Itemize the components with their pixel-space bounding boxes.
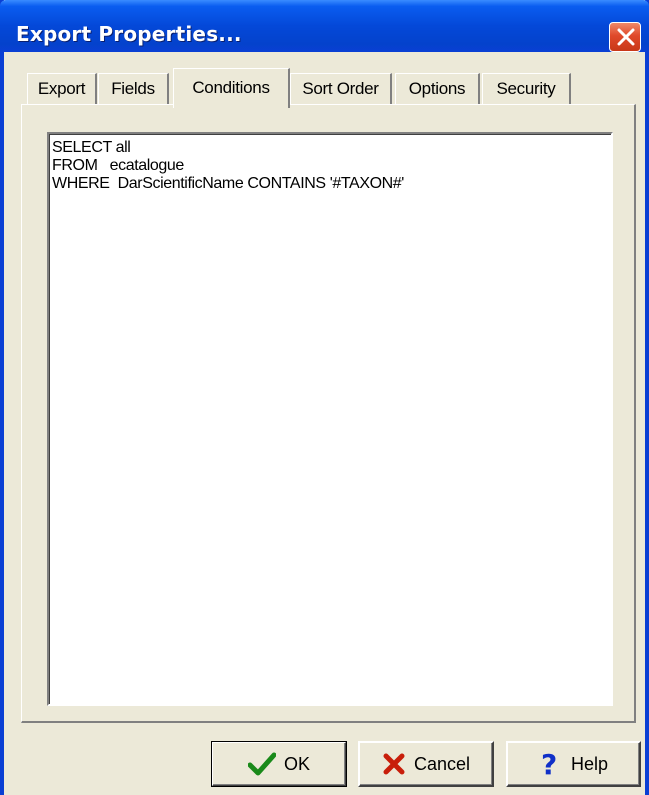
close-button[interactable] [609, 22, 641, 52]
window-title: Export Properties... [16, 22, 242, 46]
help-button-label: Help [570, 753, 609, 774]
tab-export-label: Export [37, 79, 86, 98]
tab-options[interactable]: Options [395, 73, 480, 105]
tab-conditions-label: Conditions [192, 78, 270, 97]
cancel-button[interactable]: Cancel [358, 741, 494, 787]
tab-fields[interactable]: Fields [98, 73, 169, 105]
ok-button-label: OK [283, 753, 310, 774]
question-mark-icon: ? [539, 750, 563, 778]
sql-line: FROM ecatalogue [52, 157, 184, 174]
tab-security-label: Security [496, 79, 556, 98]
help-button[interactable]: ? Help [506, 741, 641, 787]
sql-line: SELECT all [52, 139, 131, 156]
tab-sort-order-label: Sort Order [302, 79, 379, 98]
tab-sort-order[interactable]: Sort Order [290, 73, 392, 105]
sql-line: WHERE DarScientificName CONTAINS '#TAXON… [52, 175, 404, 192]
title-bar[interactable]: Export Properties... [0, 0, 649, 52]
svg-text:?: ? [541, 750, 557, 778]
x-icon [382, 752, 406, 776]
sql-conditions-editor[interactable]: SELECT all FROM ecatalogue WHERE DarScient… [47, 132, 613, 706]
checkmark-icon [247, 752, 276, 776]
tab-conditions[interactable]: Conditions [173, 68, 290, 108]
ok-button[interactable]: OK [211, 741, 347, 787]
tab-export[interactable]: Export [27, 73, 97, 105]
tab-fields-label: Fields [111, 79, 155, 98]
tab-options-label: Options [408, 79, 466, 98]
tab-security[interactable]: Security [482, 73, 571, 105]
cancel-button-label: Cancel [413, 753, 471, 774]
close-icon [617, 28, 635, 46]
